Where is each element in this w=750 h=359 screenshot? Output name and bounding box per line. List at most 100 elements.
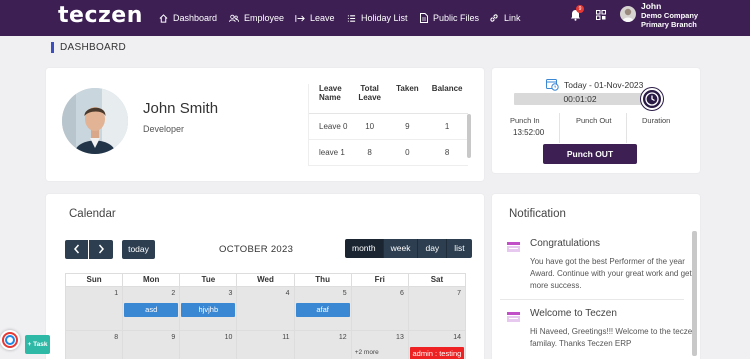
- file-icon: [420, 13, 428, 23]
- nav-item-dashboard[interactable]: Dashboard: [159, 9, 217, 27]
- calendar-day-cell[interactable]: 5 afaf: [294, 287, 352, 331]
- nav-item-link[interactable]: Link: [489, 9, 521, 27]
- calendar-day-cell[interactable]: 6: [351, 287, 409, 331]
- notification-heading: Welcome to Teczen: [530, 308, 617, 319]
- calendar-event[interactable]: hjvjhb: [181, 303, 236, 317]
- nav-item-employee[interactable]: Employee: [229, 9, 284, 27]
- nav-item-label: Leave: [310, 13, 335, 23]
- day-number: 6: [399, 290, 404, 297]
- leave-total-cell: 8: [367, 148, 372, 157]
- nav-item-leave[interactable]: Leave: [295, 9, 335, 27]
- view-week-button[interactable]: week: [383, 239, 419, 258]
- profile-card: John Smith Developer Leave Name Total Le…: [46, 68, 484, 181]
- message-icon: [507, 312, 520, 322]
- calendar-clock-icon: [546, 79, 559, 91]
- notification-badge: 9: [576, 5, 584, 13]
- home-icon: [159, 13, 168, 23]
- employee-name: John Smith: [143, 100, 219, 117]
- chevron-right-icon: [98, 244, 104, 254]
- punch-in-label: Punch In: [510, 116, 540, 125]
- day-number: 10: [224, 334, 233, 341]
- leave-name-cell: leave 1: [319, 148, 345, 157]
- punch-out-label: Punch Out: [576, 116, 612, 125]
- list-icon: [347, 14, 356, 22]
- calendar-day-cell[interactable]: 12: [294, 331, 352, 359]
- divider: [500, 299, 684, 300]
- weekday-header: Sun: [66, 274, 124, 287]
- user-avatar[interactable]: [620, 6, 636, 22]
- punch-date: Today - 01-Nov-2023: [546, 78, 643, 91]
- calendar-day-cell[interactable]: 7: [408, 287, 466, 331]
- add-task-button[interactable]: + Task: [25, 335, 50, 354]
- calendar-day-cell[interactable]: 8: [66, 331, 124, 359]
- column-header: Total Leave: [358, 84, 381, 102]
- weekday-header-row: Sun Mon Tue Wed Thu Fri Sat: [66, 274, 466, 287]
- view-day-button[interactable]: day: [418, 239, 448, 258]
- nav-item-holiday-list[interactable]: Holiday List: [347, 9, 408, 27]
- punch-in-value: 13:52:00: [513, 128, 545, 137]
- profile-photo: [62, 88, 128, 154]
- day-number: 8: [114, 334, 119, 341]
- nav-item-public-files[interactable]: Public Files: [420, 9, 479, 27]
- calendar-week-row: 1 2 asd 3 hjvjhb 4 5 afaf 6 7: [66, 287, 466, 331]
- page-title: DASHBOARD: [51, 42, 126, 53]
- table-row: Leave 0 10 9 1: [309, 114, 468, 140]
- calendar-event[interactable]: afaf: [295, 303, 350, 317]
- view-month-button[interactable]: month: [345, 239, 384, 258]
- brand-logo[interactable]: teczen: [58, 3, 143, 28]
- day-number: 7: [457, 290, 461, 297]
- weekday-header: Mon: [123, 274, 181, 287]
- punch-card: Today - 01-Nov-2023 00:01:02 Punch In 13…: [492, 68, 700, 173]
- calendar-day-cell[interactable]: 4: [237, 287, 295, 331]
- nav-item-label: Employee: [244, 13, 285, 23]
- notification-body: Hi Naveed, Greetings!!! Welcome to the t…: [530, 327, 697, 348]
- day-number: 12: [338, 334, 347, 341]
- table-scrollbar[interactable]: [467, 114, 471, 158]
- clock-icon: [641, 88, 663, 110]
- next-month-button[interactable]: [89, 240, 113, 259]
- weekday-header: Wed: [237, 274, 295, 287]
- day-number: 3: [228, 290, 233, 297]
- weekday-header: Sat: [408, 274, 466, 287]
- weekday-header: Thu: [294, 274, 352, 287]
- leave-balance-cell: 8: [444, 148, 450, 157]
- today-button[interactable]: today: [122, 240, 155, 259]
- table-row: leave 1 8 0 8: [309, 140, 468, 166]
- calendar-day-cell[interactable]: 1: [66, 287, 124, 331]
- link-icon: [490, 14, 498, 22]
- column-header: Balance: [431, 84, 463, 93]
- weekday-header: Tue: [180, 274, 238, 287]
- calendar-day-cell[interactable]: 14 admin : testing: [408, 331, 466, 359]
- calendar-view-switcher: month week day list: [345, 239, 472, 258]
- calendar-day-cell[interactable]: 3 hjvjhb: [180, 287, 238, 331]
- calendar-event[interactable]: asd: [124, 303, 179, 317]
- notification-scrollbar[interactable]: [692, 231, 697, 356]
- chat-widget-button[interactable]: [0, 330, 20, 350]
- employee-role: Developer: [143, 124, 185, 134]
- top-navbar: teczen Dashboard Employee Leave Holiday …: [0, 0, 750, 36]
- nav-item-label: Holiday List: [361, 13, 408, 23]
- user-company: Demo Company: [641, 11, 699, 20]
- calendar-day-cell[interactable]: 10: [180, 331, 238, 359]
- day-number: 5: [342, 290, 347, 297]
- leave-total-cell: 10: [365, 122, 375, 131]
- notification-heading: Congratulations: [530, 238, 601, 249]
- user-info[interactable]: John Demo Company Primary Branch: [641, 2, 699, 30]
- view-list-button[interactable]: list: [447, 239, 472, 258]
- calendar-day-cell[interactable]: 11: [237, 331, 295, 359]
- column-header: Leave Name: [319, 84, 342, 102]
- punch-date-label: Today - 01-Nov-2023: [564, 79, 644, 90]
- prev-month-button[interactable]: [65, 240, 88, 259]
- apps-grid-icon[interactable]: [596, 10, 606, 20]
- calendar-day-cell[interactable]: 2 asd: [123, 287, 181, 331]
- more-events-link[interactable]: +2 more: [355, 349, 379, 356]
- users-icon: [229, 14, 239, 22]
- calendar-day-cell[interactable]: 13 +2 more: [351, 331, 409, 359]
- day-number: 1: [114, 290, 119, 297]
- punch-out-button[interactable]: Punch OUT: [543, 144, 637, 164]
- calendar-card: Calendar today OCTOBER 2023 month week d…: [46, 194, 484, 359]
- calendar-event[interactable]: admin : testing: [409, 347, 464, 359]
- calendar-day-cell[interactable]: 9: [123, 331, 181, 359]
- notification-body: You have got the best Performer of the y…: [530, 257, 692, 290]
- day-number: 2: [171, 290, 176, 297]
